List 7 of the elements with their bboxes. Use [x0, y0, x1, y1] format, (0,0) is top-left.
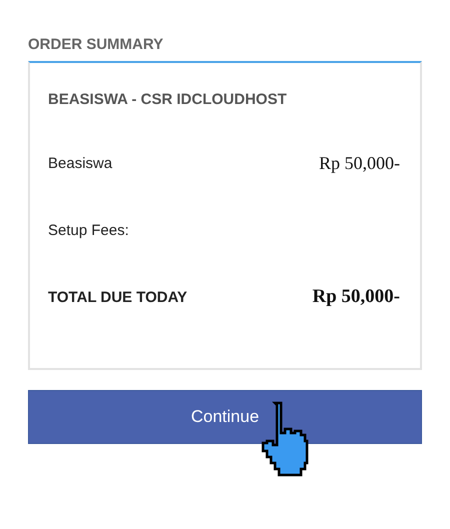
- line-amount: Rp 50,000-: [319, 152, 400, 174]
- section-heading: ORDER SUMMARY: [28, 36, 164, 53]
- line-label: Setup Fees:: [48, 222, 129, 238]
- total-amount: Rp 50,000-: [312, 286, 400, 308]
- total-label: TOTAL DUE TODAY: [48, 288, 188, 306]
- product-name: BEASISWA - CSR IDCLOUDHOST: [48, 91, 288, 108]
- line-label: Beasiswa: [48, 154, 112, 172]
